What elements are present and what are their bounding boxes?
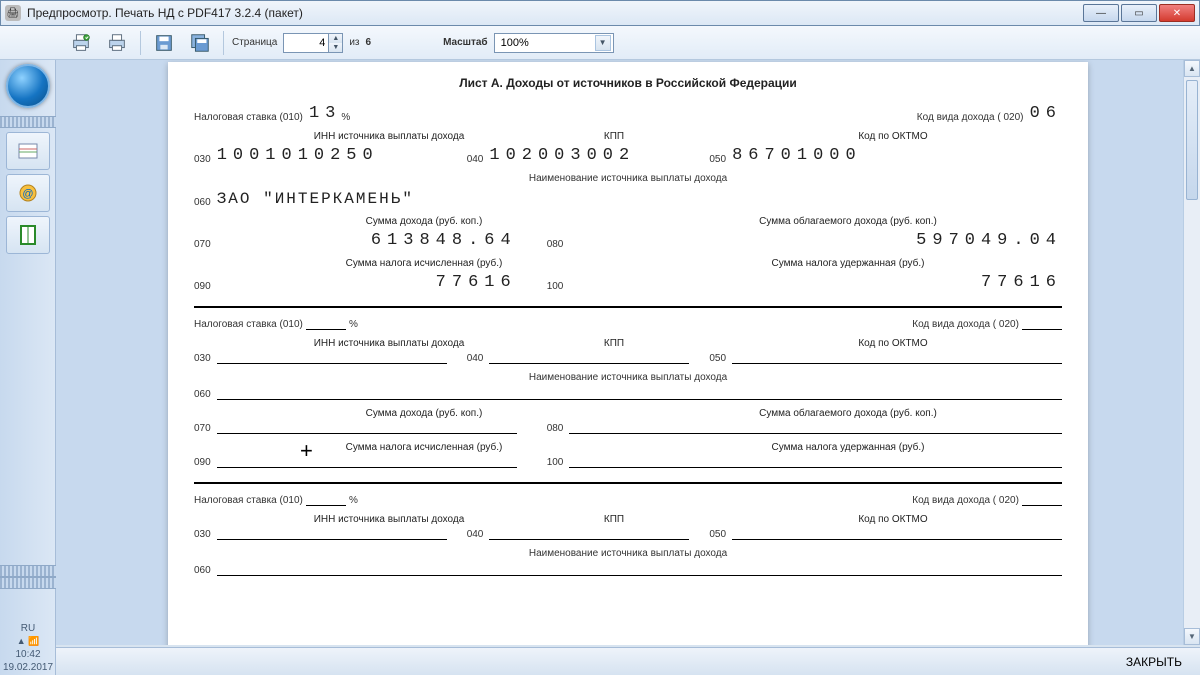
rate-value: 13 (309, 104, 341, 123)
tray-lang[interactable]: RU (21, 623, 35, 634)
save-all-button[interactable] (185, 29, 215, 57)
window-titlebar: 🖨 Предпросмотр. Печать НД с PDF417 3.2.4… (0, 0, 1200, 26)
toolbar: Страница ▲▼ из 6 Масштаб 100% ▼ (0, 26, 1200, 60)
zoom-value: 100% (501, 37, 529, 49)
sidebar: @ RU ▲ 📶 10:42 19.02.2017 (0, 60, 56, 675)
sidebar-app-1[interactable] (6, 132, 50, 170)
tray-time: 10:42 (15, 649, 40, 660)
footer-bar: ЗАКРЫТЬ (56, 647, 1200, 675)
start-orb[interactable] (6, 64, 50, 108)
scroll-thumb[interactable] (1186, 80, 1198, 200)
save-button[interactable] (149, 29, 179, 57)
kpp-label: КПП (504, 131, 724, 142)
print-button[interactable] (102, 29, 132, 57)
oktmo-label: Код по ОКТМО (724, 131, 1062, 142)
window-title: Предпросмотр. Печать НД с PDF417 3.2.4 (… (27, 6, 1083, 20)
page-up[interactable]: ▲ (328, 34, 342, 43)
print-preview-button[interactable] (66, 29, 96, 57)
minimize-button[interactable]: — (1083, 4, 1119, 22)
tax-withheld: 77616 (569, 273, 1062, 292)
chevron-down-icon: ▼ (595, 35, 611, 51)
tray-date: 19.02.2017 (3, 662, 53, 673)
scroll-down[interactable]: ▼ (1184, 628, 1200, 645)
rate-label: Налоговая ставка (010) (194, 112, 303, 123)
form-title: Лист А. Доходы от источников в Российско… (194, 76, 1062, 90)
inn-value: 1001010250 (217, 146, 467, 165)
page-input[interactable] (284, 37, 328, 49)
close-button[interactable]: ✕ (1159, 4, 1195, 22)
sidebar-app-2[interactable]: @ (6, 174, 50, 212)
source-name: ЗАО "ИНТЕРКАМЕНЬ" (217, 190, 414, 208)
app-icon: 🖨 (5, 5, 21, 21)
tax-calc: 77616 (217, 273, 517, 292)
name-label: Наименование источника выплаты дохода (194, 173, 1062, 184)
income-code-value: 06 (1030, 104, 1062, 123)
oktmo-value: 86701000 (732, 146, 862, 165)
divider (194, 306, 1062, 308)
sidebar-app-3[interactable] (6, 216, 50, 254)
sum-taxable: 597049.04 (569, 231, 1062, 250)
pct: % (341, 112, 350, 123)
income-code-label: Код вида дохода ( 020) (917, 112, 1024, 123)
preview-viewport[interactable]: Лист А. Доходы от источников в Российско… (56, 60, 1200, 645)
inn-label: ИНН источника выплаты дохода (274, 131, 504, 142)
close-page-button[interactable]: ЗАКРЫТЬ (1126, 655, 1182, 669)
document-page: Лист А. Доходы от источников в Российско… (168, 62, 1088, 645)
svg-text:@: @ (22, 188, 33, 200)
kpp-value: 102003002 (489, 146, 709, 165)
vertical-scrollbar[interactable]: ▲ ▼ (1183, 60, 1200, 645)
system-tray: RU ▲ 📶 10:42 19.02.2017 (0, 589, 56, 675)
page-label: Страница (232, 37, 277, 48)
divider (194, 482, 1062, 484)
zoom-label: Масштаб (443, 37, 488, 48)
sum-income: 613848.64 (217, 231, 517, 250)
of-label: из (349, 37, 359, 48)
page-down[interactable]: ▼ (328, 43, 342, 52)
zoom-select[interactable]: 100% ▼ (494, 33, 614, 53)
total-pages: 6 (366, 37, 372, 48)
scroll-up[interactable]: ▲ (1184, 60, 1200, 77)
page-spinner[interactable]: ▲▼ (283, 33, 343, 53)
maximize-button[interactable]: ▭ (1121, 4, 1157, 22)
